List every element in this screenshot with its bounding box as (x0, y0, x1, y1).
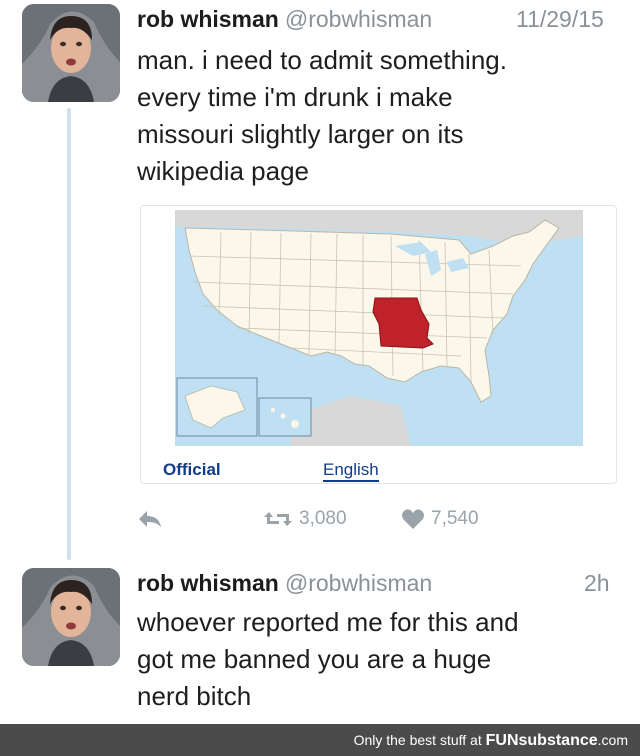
retweet-count: 3,080 (299, 508, 347, 529)
retweet-button[interactable]: 3,080 (263, 508, 347, 530)
media-card[interactable]: Official English (140, 205, 617, 484)
reply-icon (139, 511, 161, 527)
tweet-text-line: whoever reported me for this and (137, 607, 519, 637)
map-tabs: Official English (141, 454, 616, 483)
tab-english[interactable]: English (323, 460, 379, 482)
tweet-header: rob whisman @robwhisman (137, 6, 432, 33)
display-name[interactable]: rob whisman (137, 570, 279, 596)
tweet-text-line: wikipedia page (137, 156, 310, 186)
tweet-actions: 3,080 7,540 (137, 506, 517, 536)
tweet-text-line: got me banned you are a huge (137, 644, 492, 674)
like-count: 7,540 (431, 508, 479, 529)
user-handle[interactable]: @robwhisman (285, 6, 432, 32)
watermark-text: Only the best stuff at FUNsubstance.com (354, 732, 628, 750)
tweet-text: man. i need to admit something. every ti… (137, 42, 507, 190)
tweet-timestamp[interactable]: 11/29/15 (516, 6, 604, 33)
tweet-text-line: nerd bitch (137, 681, 252, 711)
thread-connector-line (67, 108, 71, 560)
avatar[interactable] (22, 4, 120, 102)
heart-icon (402, 509, 424, 529)
avatar-photo (22, 4, 120, 102)
reply-button[interactable] (137, 508, 169, 530)
like-button[interactable]: 7,540 (401, 508, 479, 530)
watermark-tld: .com (597, 732, 628, 748)
user-handle[interactable]: @robwhisman (285, 570, 432, 596)
tweet-text: whoever reported me for this and got me … (137, 604, 519, 715)
tweet-text-line: missouri slightly larger on its (137, 119, 464, 149)
retweet-icon (264, 512, 292, 526)
watermark-tagline: Only the best stuff at (353, 732, 482, 748)
tweet-timestamp[interactable]: 2h (584, 570, 610, 597)
tweet-text-line: man. i need to admit something. (137, 45, 507, 75)
tweet-header: rob whisman @robwhisman (137, 570, 432, 597)
display-name[interactable]: rob whisman (137, 6, 279, 32)
tab-official[interactable]: Official (163, 460, 221, 480)
watermark-brand: FUNsubstance (485, 732, 598, 749)
us-map-image (175, 210, 583, 446)
avatar[interactable] (22, 568, 120, 666)
avatar-photo (22, 568, 120, 666)
tweet-text-line: every time i'm drunk i make (137, 82, 453, 112)
watermark-bar: Only the best stuff at FUNsubstance.com (0, 724, 640, 756)
